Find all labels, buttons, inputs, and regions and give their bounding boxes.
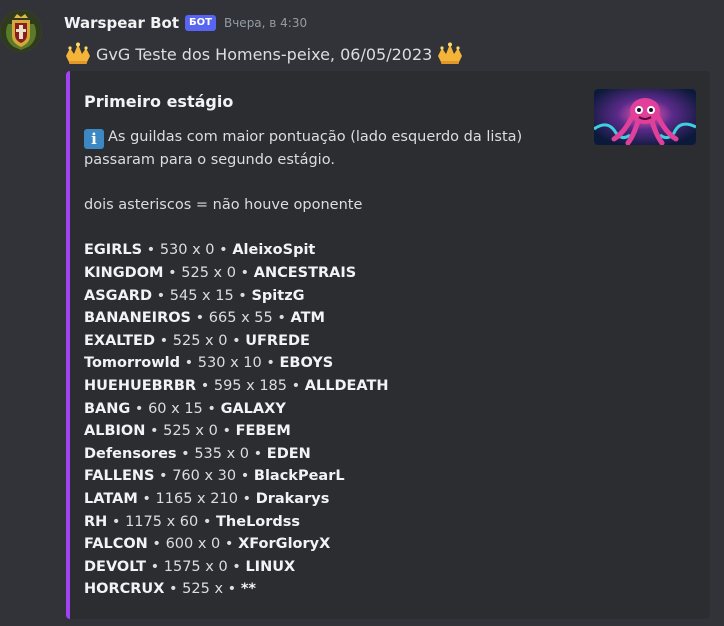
message-timestamp[interactable]: Вчера, в 4:30 <box>224 12 307 34</box>
result-row: HORCRUX • 525 x • ** <box>84 578 584 601</box>
left-guild: DEVOLT <box>84 558 146 575</box>
match-score: • 60 x 15 • <box>134 400 216 417</box>
chat-message: Warspear Bot БОТ Вчера, в 4:30 GvG Teste… <box>0 0 724 626</box>
right-guild: BlackPearL <box>253 468 345 485</box>
right-guild: UFREDE <box>245 332 310 349</box>
crown-icon <box>64 42 92 66</box>
octopus-art <box>594 89 696 145</box>
match-score: • 665 x 55 • <box>195 310 286 327</box>
left-guild: Defensores <box>84 445 177 462</box>
embed-description: i As guildas com maior pontuação (lado es… <box>84 126 584 601</box>
right-guild: EDEN <box>266 445 311 462</box>
result-row: DEVOLT • 1575 x 0 • LINUX <box>84 556 584 579</box>
message-text: GvG Teste dos Homens-peixe, 06/05/2023 <box>96 44 433 64</box>
right-guild: EBOYS <box>279 355 334 372</box>
right-guild: AleixoSpit <box>232 242 316 259</box>
match-score: • 1165 x 210 • <box>142 490 252 507</box>
result-row: BANG • 60 x 15 • GALAXY <box>84 398 584 421</box>
right-guild: ATM <box>290 310 325 327</box>
note-line: dois asteriscos = não houve oponente <box>84 197 363 214</box>
right-guild: TheLordss <box>216 513 301 530</box>
match-score: • 525 x 0 • <box>159 332 241 349</box>
match-score: • 760 x 30 • <box>159 468 250 485</box>
embed-title: Primeiro estágio <box>84 92 234 111</box>
result-row: FALLENS • 760 x 30 • BlackPearL <box>84 465 584 488</box>
right-guild: Drakarys <box>255 490 330 507</box>
right-guild: ANCESTRAIS <box>253 264 357 281</box>
left-guild: RH <box>84 513 108 530</box>
left-guild: EXALTED <box>84 332 155 349</box>
right-guild: GALAXY <box>220 400 286 417</box>
result-row: EXALTED • 525 x 0 • UFREDE <box>84 330 584 353</box>
left-guild: BANG <box>84 400 131 417</box>
left-guild: ASGARD <box>84 287 152 304</box>
left-guild: HUEHUEBRBR <box>84 377 197 394</box>
left-guild: HORCRUX <box>84 581 165 598</box>
bot-badge: БОТ <box>185 15 216 31</box>
right-guild: ** <box>240 581 256 598</box>
right-guild: SpitzG <box>251 287 305 304</box>
right-guild: ALLDEATH <box>304 377 389 394</box>
right-guild: LINUX <box>245 558 296 575</box>
result-row: FALCON • 600 x 0 • XForGloryX <box>84 533 584 556</box>
left-guild: KINGDOM <box>84 264 164 281</box>
left-guild: ALBION <box>84 423 146 440</box>
crown-icon <box>436 42 464 66</box>
left-guild: BANANEIROS <box>84 310 192 327</box>
match-score: • 595 x 185 • <box>200 377 301 394</box>
message-embed: Primeiro estágio i As guildas com maior … <box>66 71 710 619</box>
match-score: • 600 x 0 • <box>152 536 234 553</box>
username[interactable]: Warspear Bot <box>64 12 179 34</box>
result-row: HUEHUEBRBR • 595 x 185 • ALLDEATH <box>84 375 584 398</box>
right-guild: XForGloryX <box>238 536 331 553</box>
left-guild: EGIRLS <box>84 242 143 259</box>
left-guild: Tomorrowld <box>84 355 181 372</box>
match-score: • 525 x 0 • <box>168 264 250 281</box>
right-guild: FEBEM <box>235 423 291 440</box>
result-row: BANANEIROS • 665 x 55 • ATM <box>84 307 584 330</box>
match-score: • 525 x 0 • <box>149 423 232 440</box>
match-score: • 525 x • <box>169 581 237 598</box>
result-row: KINGDOM • 525 x 0 • ANCESTRAIS <box>84 262 584 285</box>
embed-thumbnail[interactable] <box>594 89 696 145</box>
match-score: • 1575 x 0 • <box>150 558 241 575</box>
match-score: • 530 x 0 • <box>146 242 228 259</box>
intro-line-2: passaram para o segundo estágio. <box>84 152 335 168</box>
result-row: LATAM • 1165 x 210 • Drakarys <box>84 488 584 511</box>
bot-avatar[interactable] <box>0 10 42 52</box>
results-list: EGIRLS • 530 x 0 • AleixoSpit KINGDOM • 5… <box>84 239 584 601</box>
left-guild: LATAM <box>84 490 138 507</box>
result-row: ALBION • 525 x 0 • FEBEM <box>84 420 584 443</box>
result-row: RH • 1175 x 60 • TheLordss <box>84 511 584 534</box>
result-row: Defensores • 535 x 0 • EDEN <box>84 443 584 466</box>
result-row: Tomorrowld • 530 x 10 • EBOYS <box>84 352 584 375</box>
match-score: • 535 x 0 • <box>181 445 263 462</box>
intro-text-1: As guildas com maior pontuação (lado esq… <box>108 129 523 145</box>
result-row: EGIRLS • 530 x 0 • AleixoSpit <box>84 239 584 262</box>
result-row: ASGARD • 545 x 15 • SpitzG <box>84 285 584 308</box>
shield-crest-icon <box>0 10 42 52</box>
match-score: • 1175 x 60 • <box>111 513 212 530</box>
message-header: Warspear Bot БОТ Вчера, в 4:30 <box>64 12 307 34</box>
left-guild: FALCON <box>84 536 148 553</box>
match-score: • 530 x 10 • <box>184 355 275 372</box>
info-icon: i <box>84 129 104 149</box>
match-score: • 545 x 15 • <box>156 287 247 304</box>
left-guild: FALLENS <box>84 468 155 485</box>
intro-line-1: i As guildas com maior pontuação (lado es… <box>84 126 584 149</box>
message-content: GvG Teste dos Homens-peixe, 06/05/2023 <box>64 40 464 68</box>
